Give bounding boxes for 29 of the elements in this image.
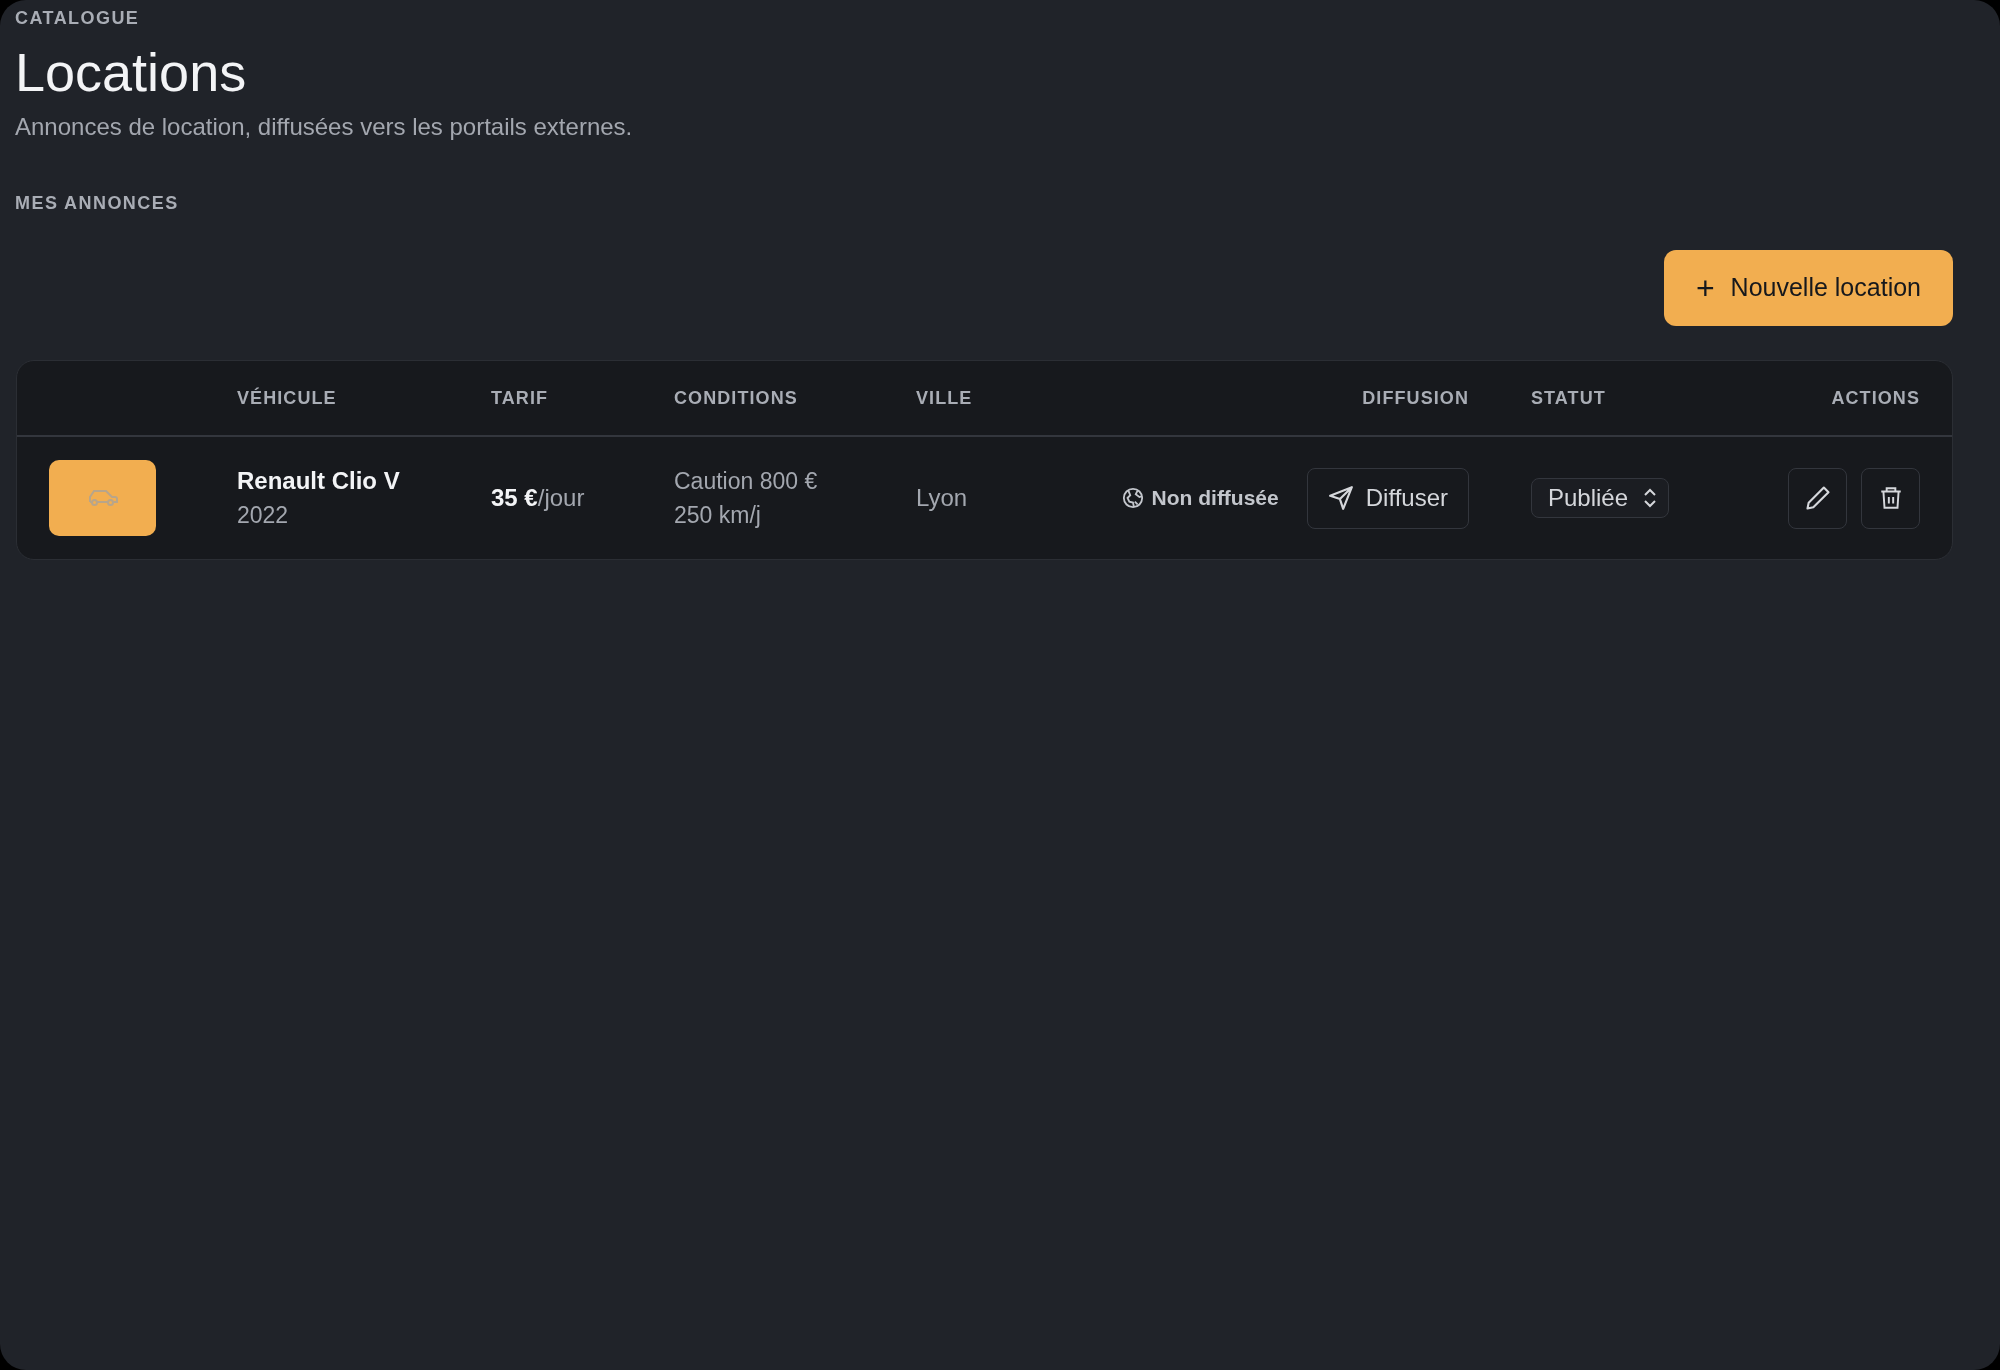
section-title: MES ANNONCES	[15, 192, 180, 214]
chevron-up-down-icon	[1642, 487, 1659, 509]
condition-text: 250 km/j	[674, 501, 762, 530]
plus-icon: +	[1695, 272, 1715, 304]
car-icon	[87, 488, 118, 508]
edit-button[interactable]	[1788, 467, 1847, 529]
pencil-icon	[1803, 484, 1832, 512]
column-header: TARIF	[491, 386, 550, 410]
diffuse-button[interactable]: Diffuser	[1306, 467, 1469, 529]
send-icon	[1327, 485, 1354, 511]
column-header: VILLE	[916, 386, 974, 410]
vehicle-name: Renault Clio V	[237, 466, 401, 496]
column-header: STATUT	[1531, 386, 1607, 410]
diffusion-status: Non diffusée	[1151, 485, 1279, 512]
globe-icon	[1121, 487, 1144, 509]
column-header: VÉHICULE	[237, 386, 338, 410]
price: 35 €/jour	[491, 483, 586, 513]
city: Lyon	[916, 483, 969, 513]
page-title: Locations	[15, 42, 248, 102]
delete-button[interactable]	[1861, 467, 1920, 529]
new-location-button[interactable]: + Nouvelle location	[1663, 250, 1953, 326]
column-header: DIFFUSION	[1361, 386, 1469, 410]
vehicle-year: 2022	[237, 501, 290, 530]
condition-text: Caution 800 €	[674, 467, 819, 496]
column-header: CONDITIONS	[674, 386, 799, 410]
status-select[interactable]: Publiée	[1531, 478, 1670, 518]
column-header: ACTIONS	[1830, 386, 1921, 410]
eyebrow: CATALOGUE	[15, 8, 141, 28]
page-subtitle: Annonces de location, diffusées vers les portails externes.	[15, 112, 634, 142]
